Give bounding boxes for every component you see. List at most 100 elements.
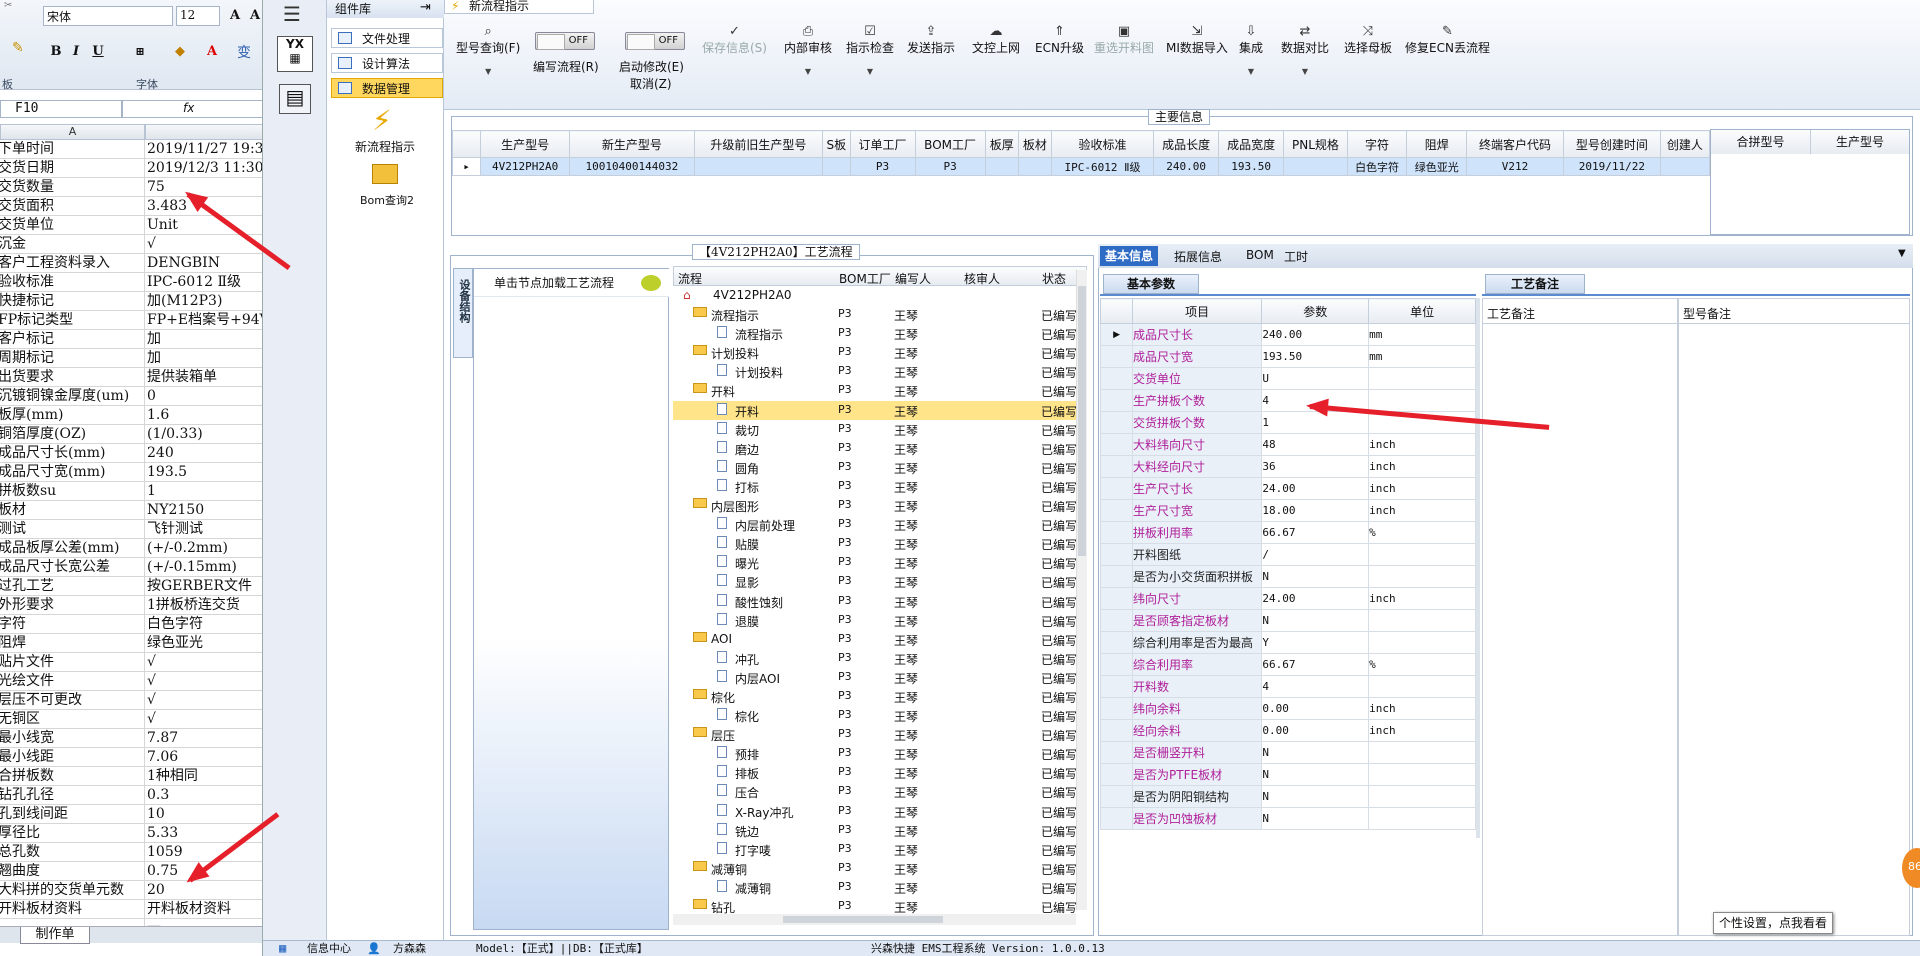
sheet-cell[interactable]: 厚径比 [0,824,145,842]
sheet-cell[interactable]: 成品板厚公差(mm) [0,539,145,557]
param-value[interactable]: 240.00 [1261,323,1370,346]
merge-col-header[interactable]: 合拼型号 [1711,130,1811,154]
model-remark-area[interactable]: 型号备注 [1678,298,1910,936]
tree-col-reviewer[interactable]: 核审人 [964,270,1000,287]
personal-settings-tooltip[interactable]: 个性设置，点我看看 [1713,912,1833,934]
italic-button[interactable]: I [66,42,86,62]
toolbar-button[interactable]: ⇄ 数据对比 ▼ [1281,24,1329,80]
tree-node[interactable]: 裁切 P3 王琴 已编写 [673,420,1076,439]
sheet-cell[interactable]: 开料板材资料 [0,900,145,918]
fx-icon[interactable]: fx [183,101,194,115]
main-cell[interactable] [1017,157,1052,176]
main-col-header[interactable]: 验收标准 [1050,130,1155,158]
main-cell[interactable] [693,157,824,176]
params-col-header[interactable]: 单位 [1368,298,1476,324]
sheet-cell[interactable]: 无铜区 [0,710,145,728]
craft-remark-area[interactable]: 工艺备注 [1482,298,1678,936]
params-row[interactable]: 经向余料 0.00 inch [1100,719,1476,742]
folder-icon[interactable] [372,164,398,184]
wubi-icon[interactable]: 变 [237,42,251,62]
params-row[interactable]: 综合利用率 66.67% [1100,653,1476,676]
main-col-header[interactable]: PNL规格 [1283,130,1348,158]
sheet-cell[interactable]: 周期标记 [0,349,145,367]
params-row[interactable]: 大料纬向尺寸 48 inch [1100,433,1476,456]
tree-node[interactable]: 计划投料 P3 王琴 已编写 [673,362,1076,381]
sheet-cell[interactable]: (1/0.33) [145,425,262,443]
sheet-cell[interactable]: 绿色亚光 [145,634,262,652]
chevron-down-icon[interactable]: ▼ [456,64,520,80]
tree-node[interactable]: X-Ray冲孔 P3 王琴 已编写 [673,802,1076,821]
main-cell[interactable]: 2019/11/22 [1562,157,1661,176]
chevron-down-icon[interactable]: ▼ [1239,64,1263,80]
font-color-button[interactable]: A [202,42,222,62]
tree-node[interactable]: 退膜 P3 王琴 已编写 [673,611,1076,630]
tree-node[interactable]: 预排 P3 王琴 已编写 [673,744,1076,763]
sheet-cell[interactable]: √ [145,653,262,671]
main-col-header[interactable]: 型号创建时间 [1562,130,1661,158]
params-row[interactable]: 拼板利用率 66.67% [1100,521,1476,544]
toolbar-button[interactable]: ⇪ 发送指示 [907,24,955,56]
sheet-cell[interactable]: 沉镀铜镍金厚度(um) [0,387,145,405]
underline-button[interactable]: U [88,42,108,62]
tree-node[interactable]: 压合 P3 王琴 已编写 [673,782,1076,801]
main-col-header[interactable]: 新生产型号 [569,130,695,158]
hamburger-menu-icon[interactable]: ☰ [283,2,301,26]
params-splitter[interactable] [1476,298,1480,838]
main-cell[interactable]: 193.50 [1218,157,1285,176]
sheet-cell[interactable]: 快捷标记 [0,292,145,310]
tree-node[interactable]: 铣边 P3 王琴 已编写 [673,821,1076,840]
toolbar-button[interactable]: ☑ 指示检查 ▼ [846,24,894,80]
param-value[interactable]: 193.50 [1261,345,1370,368]
sheet-cell[interactable]: 白色字符 [145,615,262,633]
params-row[interactable]: 是否为小交货面积拼板 N [1100,565,1476,588]
params-col-header[interactable]: 参数 [1261,298,1370,324]
sheet-cell[interactable]: 最小线距 [0,748,145,766]
main-cell[interactable]: 4V212PH2A0 [479,157,571,176]
tree-root[interactable]: ⌂ 4V212PH2A0 [673,286,1076,305]
params-row[interactable]: 综合利用率是否为最高 Y [1100,631,1476,654]
sheet-cell[interactable]: 阻焊 [0,634,145,652]
sheet-cell[interactable]: 交货单位 [0,216,145,234]
main-cell[interactable]: 10010400144032 [569,157,695,176]
params-row[interactable]: 是否为PTFE板材 N [1100,763,1476,786]
sheet-cell[interactable]: 拼板数su [0,482,145,500]
params-row[interactable]: 是否顾客指定板材 N [1100,609,1476,632]
main-cell[interactable] [984,157,1019,176]
toolbar-button[interactable]: ⇲ MI数据导入 [1166,24,1228,56]
param-value[interactable]: Y [1261,631,1370,654]
sheet-cell[interactable]: 加 [145,330,262,348]
tree-node[interactable]: 棕化 P3 王琴 已编写 [673,706,1076,725]
sheet-cell[interactable]: 成品尺寸长宽公差 [0,558,145,576]
param-value[interactable]: 66.67 [1261,521,1370,544]
param-value[interactable]: 0.00 [1261,719,1370,742]
toolbar-button[interactable]: ⇩ 集成 ▼ [1239,24,1263,80]
toolbar-button[interactable]: ⌕ 型号查询(F) ▼ [456,24,520,80]
sheet-cell[interactable]: 合拼板数 [0,767,145,785]
param-value[interactable]: N [1261,807,1370,830]
sheet-cell[interactable]: 板厚(mm) [0,406,145,424]
toolbar-button[interactable]: ✎ 修复ECN丢流程 [1405,24,1490,56]
yx-logo-icon[interactable]: YX ▦ [277,36,313,72]
sheet-cell[interactable]: DENGBIN [145,254,262,272]
main-cell[interactable]: 240.00 [1153,157,1220,176]
tree-node[interactable]: 曝光 P3 王琴 已编写 [673,553,1076,572]
sheet-cell[interactable]: 成品尺寸宽(mm) [0,463,145,481]
merge-col-header[interactable]: 生产型号 [1811,130,1909,154]
sheet-cell[interactable]: 验收标准 [0,273,145,291]
bom-query-label[interactable]: Bom查询2 [360,192,414,208]
sheet-cell[interactable]: 外形要求 [0,596,145,614]
main-cell[interactable]: 白色字符 [1346,157,1408,176]
sheet-cell[interactable]: 1059 [145,843,262,861]
toolbar-button[interactable]: ▣ 重选开料图 [1094,24,1154,56]
param-value[interactable]: N [1261,609,1370,632]
param-value[interactable]: / [1261,543,1370,566]
chevron-down-icon[interactable]: ▼ [1281,64,1329,80]
sheet-cell[interactable]: 大料拼的交货单元数 [0,881,145,899]
tree-node[interactable]: 冲孔 P3 王琴 已编写 [673,649,1076,668]
main-col-header[interactable]: 成品长度 [1153,130,1220,158]
main-cell[interactable]: IPC-6012 Ⅱ级 [1050,157,1155,176]
sheet-cell[interactable]: 7.87 [145,729,262,747]
main-col-header[interactable]: 生产型号 [479,130,571,158]
sheet-cell[interactable]: √ [145,672,262,690]
sheet-cell[interactable]: 7.06 [145,748,262,766]
